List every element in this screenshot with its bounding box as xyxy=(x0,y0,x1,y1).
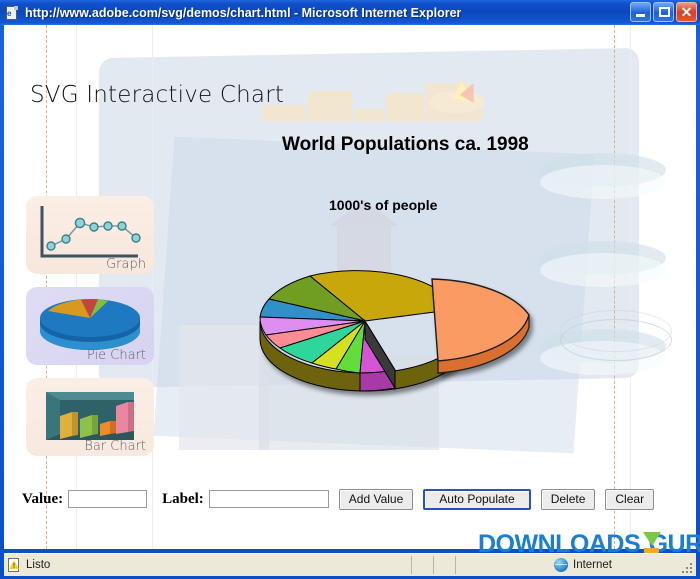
sidebar-item-label: Pie Chart xyxy=(86,348,146,363)
chart-subtitle: 1000's of people xyxy=(329,197,438,213)
svg-demo-page: SVG Interactive Chart World Populations … xyxy=(4,25,696,549)
auto-populate-button[interactable]: Auto Populate xyxy=(423,488,531,510)
resize-grip[interactable] xyxy=(680,561,694,575)
title-bar: e http://www.adobe.com/svg/demos/chart.h… xyxy=(0,0,700,25)
delete-button[interactable]: Delete xyxy=(540,488,596,510)
security-zone-segment[interactable]: Internet xyxy=(456,556,696,574)
sidebar-item-label: Graph xyxy=(106,257,146,272)
chart-controls-form: Value: Label: Add Value Auto Populate De… xyxy=(22,487,655,511)
pie-chart-svg xyxy=(259,270,530,392)
value-input[interactable] xyxy=(68,490,148,508)
exploded-slice xyxy=(431,278,530,374)
status-bar: ! Listo Internet xyxy=(4,553,696,576)
window-controls: ✕ xyxy=(630,2,697,22)
sidebar-item-bar-chart[interactable]: Bar Chart xyxy=(26,378,154,456)
status-message-segment: ! Listo xyxy=(4,556,412,574)
clear-button[interactable]: Clear xyxy=(605,488,655,510)
globe-icon xyxy=(554,558,568,572)
sidebar-item-pie-chart[interactable]: Pie Chart xyxy=(26,287,154,365)
page-title: SVG Interactive Chart xyxy=(30,82,285,108)
warning-page-icon[interactable]: ! xyxy=(8,557,22,573)
browser-client-area: SVG Interactive Chart World Populations … xyxy=(4,25,696,549)
label-label: Label: xyxy=(162,490,204,507)
zone-text: Internet xyxy=(573,559,612,571)
status-segment xyxy=(412,556,434,574)
window-title: http://www.adobe.com/svg/demos/chart.htm… xyxy=(25,5,462,20)
main-pie-chart[interactable] xyxy=(242,243,562,418)
page-icon: e xyxy=(4,5,20,21)
add-value-button[interactable]: Add Value xyxy=(338,488,414,510)
sidebar-item-graph[interactable]: Graph xyxy=(26,196,154,274)
browser-window: e http://www.adobe.com/svg/demos/chart.h… xyxy=(0,0,700,579)
label-input[interactable] xyxy=(208,490,329,508)
value-label: Value: xyxy=(22,490,64,507)
maximize-button[interactable] xyxy=(653,2,674,22)
status-text: Listo xyxy=(26,559,51,571)
close-button[interactable]: ✕ xyxy=(676,2,697,22)
pie-watermark-icon xyxy=(429,69,487,117)
status-segment xyxy=(434,556,456,574)
minimize-button[interactable] xyxy=(630,2,651,22)
chart-title: World Populations ca. 1998 xyxy=(282,134,529,155)
sidebar-item-label: Bar Chart xyxy=(84,439,146,454)
wireframe-ellipse-decoration xyxy=(560,319,672,361)
